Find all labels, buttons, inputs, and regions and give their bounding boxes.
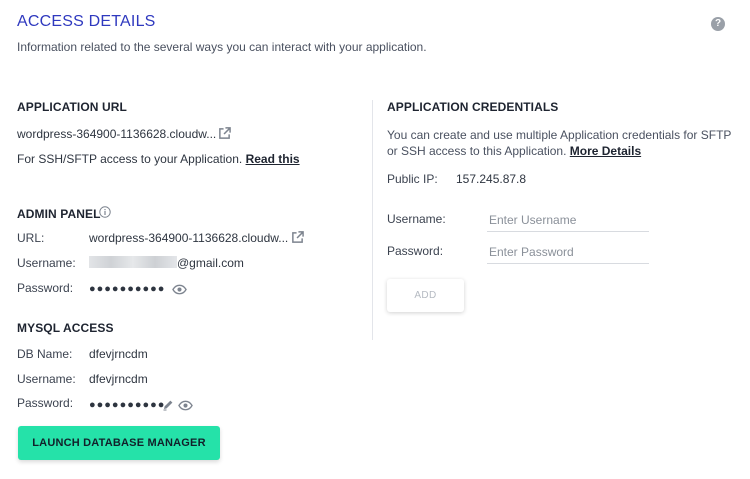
credentials-description-line2: or SSH access to this Application. More … — [387, 144, 641, 158]
external-link-icon[interactable] — [291, 231, 304, 244]
question-circle-icon[interactable]: ? — [711, 17, 725, 31]
column-divider — [372, 100, 373, 340]
eye-icon[interactable] — [178, 400, 193, 411]
admin-password-label: Password: — [17, 281, 74, 295]
ssh-access-text: For SSH/SFTP access to your Application.… — [17, 152, 300, 166]
db-username-value: dfevjrncdm — [89, 372, 148, 386]
admin-url-value: wordpress-364900-1136628.cloudw... — [89, 231, 289, 245]
admin-username-value: @gmail.com — [177, 256, 244, 270]
eye-icon[interactable] — [172, 284, 187, 295]
page-title: ACCESS DETAILS — [17, 13, 156, 30]
application-url-value: wordpress-364900-1136628.cloudw... — [17, 127, 217, 141]
public-ip-value: 157.245.87.8 — [456, 172, 527, 186]
credentials-description-text: or SSH access to this Application. — [387, 144, 567, 158]
ssh-access-label: For SSH/SFTP access to your Application. — [17, 152, 243, 166]
admin-panel-heading: ADMIN PANEL — [17, 207, 101, 221]
credentials-description-line1: You can create and use multiple Applicat… — [387, 128, 732, 142]
credential-username-label: Username: — [387, 212, 446, 226]
credential-password-input[interactable] — [487, 240, 649, 264]
info-icon[interactable] — [99, 206, 111, 218]
external-link-icon[interactable] — [218, 127, 231, 140]
credential-password-label: Password: — [387, 244, 444, 258]
mysql-access-heading: MYSQL ACCESS — [17, 321, 114, 335]
admin-url-label: URL: — [17, 231, 45, 245]
more-details-link[interactable]: More Details — [570, 144, 641, 158]
db-password-label: Password: — [17, 396, 74, 410]
db-name-value: dfevjrncdm — [89, 347, 148, 361]
launch-database-manager-button[interactable]: LAUNCH DATABASE MANAGER — [18, 426, 220, 460]
public-ip-label: Public IP: — [387, 172, 438, 186]
db-username-label: Username: — [17, 372, 76, 386]
admin-username-label: Username: — [17, 256, 76, 270]
admin-password-value: ●●●●●●●●●● — [89, 283, 166, 295]
page-subtitle: Information related to the several ways … — [17, 40, 427, 54]
db-name-label: DB Name: — [17, 347, 73, 361]
redacted-email-blur — [89, 256, 177, 268]
credential-username-input[interactable] — [487, 208, 649, 232]
pencil-icon[interactable] — [162, 399, 174, 411]
read-this-link[interactable]: Read this — [246, 152, 300, 166]
add-credentials-button[interactable]: ADD — [387, 279, 464, 312]
application-url-heading: APPLICATION URL — [17, 100, 127, 114]
application-credentials-heading: APPLICATION CREDENTIALS — [387, 100, 559, 114]
db-password-value: ●●●●●●●●●● — [89, 399, 166, 411]
